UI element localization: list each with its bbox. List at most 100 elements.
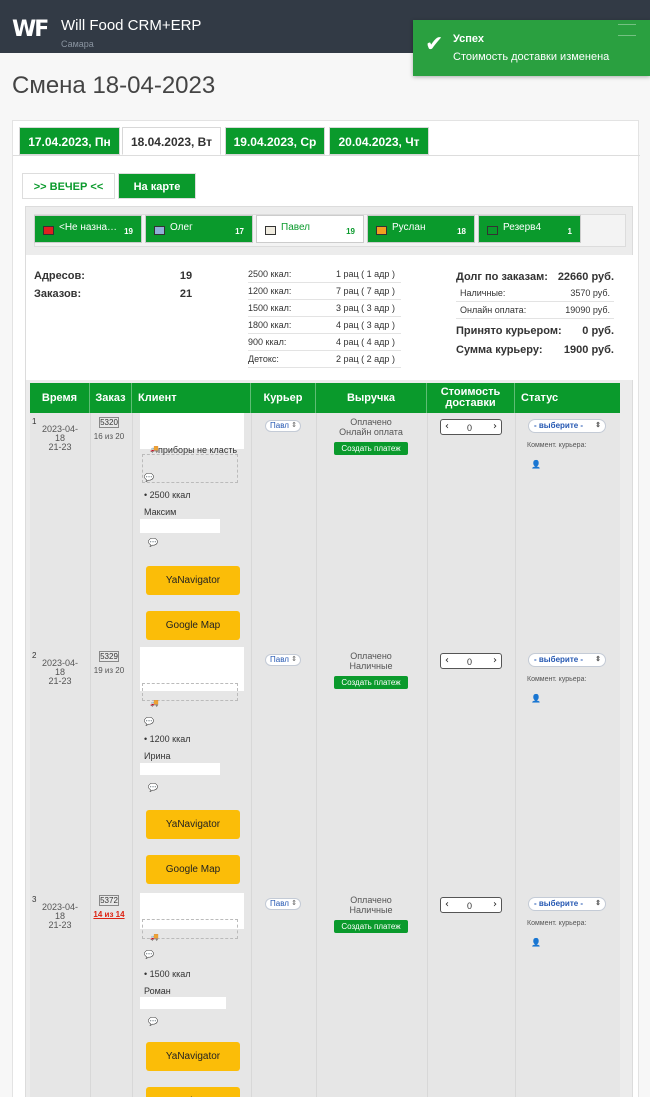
header-revenue[interactable]: Выручка — [316, 383, 427, 413]
column-divider — [515, 891, 516, 1097]
header-time[interactable]: Время — [30, 383, 90, 413]
courier-tab-1[interactable]: Олег 17 — [145, 215, 253, 243]
courier-tab-count: 18 — [457, 227, 466, 236]
column-divider — [132, 413, 133, 647]
client-address-box — [140, 413, 244, 449]
chevron-updown-icon: ⇕ — [595, 656, 601, 663]
status-select[interactable]: - выберите - ⇕ — [528, 897, 606, 911]
order-id-link[interactable]: 5320 — [99, 417, 119, 428]
order-id-link[interactable]: 5372 — [99, 895, 119, 906]
courier-comment-label: Коммент. курьера: — [527, 676, 587, 683]
courier-tab-2[interactable]: Павел 19 — [256, 215, 364, 243]
kcal-row: 2500 ккал: 1 рац ( 1 адр ) — [248, 266, 401, 283]
header-client[interactable]: Клиент — [132, 383, 251, 413]
kcal-label: 1800 ккал: — [248, 320, 292, 330]
chevron-updown-icon: ⇕ — [291, 656, 297, 663]
app-logo[interactable]: WF — [12, 17, 49, 42]
cash-row: Наличные: 3570 руб. — [456, 285, 614, 302]
kcal-value: 2 рац ( 2 адр ) — [336, 354, 395, 364]
delivery-cost-stepper[interactable]: ‹ 0 › — [440, 653, 502, 669]
google-map-button[interactable]: Google Map — [146, 855, 240, 884]
toast-title: Успех — [453, 33, 485, 45]
column-divider — [316, 413, 317, 647]
delivery-cost-stepper[interactable]: ‹ 0 › — [440, 897, 502, 913]
tab-map[interactable]: На карте — [118, 173, 196, 199]
courier-select[interactable]: Павл ⇕ — [265, 420, 301, 432]
tab-date-2[interactable]: 19.04.2023, Ср — [225, 127, 325, 155]
shift-stats: Адресов: 19 Заказов: 21 Долг по заказам:… — [26, 255, 634, 380]
order-id-link[interactable]: 5329 — [99, 651, 119, 662]
header-order[interactable]: Заказ — [90, 383, 132, 413]
payment-status: Оплачено — [350, 417, 392, 427]
column-divider — [251, 891, 252, 1097]
kcal-label: 2500 ккал: — [248, 269, 292, 279]
create-payment-button[interactable]: Создать платеж — [334, 442, 408, 455]
orders-table-header: Время Заказ Клиент Курьер Выручка Стоимо… — [30, 383, 620, 413]
truck-icon: 🚚 — [150, 445, 159, 453]
courier-color-swatch — [376, 226, 387, 235]
table-row: 1 2023-04-18 21-23 5320 16 из 20 приборы не к… — [30, 413, 620, 647]
app-title[interactable]: Will Food CRM+ERP — [61, 17, 201, 34]
status-select[interactable]: - выберите - ⇕ — [528, 419, 606, 433]
order-date-value: 2023-04-18 — [41, 902, 79, 921]
order-date: 2023-04-18 21-23 — [38, 659, 82, 686]
kcal-value: 1 рац ( 1 адр ) — [336, 269, 395, 279]
courier-select[interactable]: Павл ⇕ — [265, 898, 301, 910]
create-payment-button[interactable]: Создать платеж — [334, 920, 408, 933]
tab-date-0[interactable]: 17.04.2023, Пн — [19, 127, 120, 155]
chevron-left-icon[interactable]: ‹ — [445, 899, 449, 910]
yanavigator-button[interactable]: YaNavigator — [146, 1042, 240, 1071]
courier-tab-name: Резерв4 — [503, 222, 542, 233]
chevron-left-icon[interactable]: ‹ — [445, 655, 449, 666]
payment-method: Онлайн оплата — [339, 427, 403, 437]
truck-icon: 🚚 — [150, 699, 159, 707]
delivery-cost-value[interactable]: 0 — [467, 657, 472, 667]
header-delivery-cost[interactable]: Стоимость доставки — [427, 383, 515, 413]
truck-icon: 🚚 — [150, 933, 159, 941]
courier-tab-3[interactable]: Руслан 18 — [367, 215, 475, 243]
chevron-right-icon[interactable]: › — [493, 421, 497, 432]
kcal-row: Детокс: 2 рац ( 2 адр ) — [248, 351, 401, 368]
kcal-label: 1200 ккал: — [248, 286, 292, 296]
delivery-cost-value[interactable]: 0 — [467, 901, 472, 911]
header-status[interactable]: Статус — [515, 383, 620, 413]
delivery-cost-value[interactable]: 0 — [467, 423, 472, 433]
check-icon: ✔ — [425, 32, 444, 57]
courier-select[interactable]: Павл ⇕ — [265, 654, 301, 666]
debt-row: Долг по заказам: 22660 руб. — [456, 271, 614, 283]
create-payment-button[interactable]: Создать платеж — [334, 676, 408, 689]
orders-count: 21 — [179, 288, 193, 300]
courier-tab-4[interactable]: Резерв4 1 — [478, 215, 581, 243]
google-map-button[interactable]: Google Map — [146, 1087, 240, 1097]
chevron-right-icon[interactable]: › — [493, 655, 497, 666]
courier-tab-0[interactable]: <Не назна… 19 — [34, 215, 142, 243]
status-select[interactable]: - выберите - ⇕ — [528, 653, 606, 667]
client-note-box — [142, 454, 238, 483]
payment-method: Наличные — [349, 905, 393, 915]
order-time-slot: 21-23 — [48, 920, 72, 930]
courier-select-value: Павл — [270, 899, 289, 908]
yanavigator-button[interactable]: YaNavigator — [146, 810, 240, 839]
chevron-left-icon[interactable]: ‹ — [445, 421, 449, 432]
chevron-right-icon[interactable]: › — [493, 899, 497, 910]
tab-date-3[interactable]: 20.04.2023, Чт — [329, 127, 429, 155]
row-number: 3 — [32, 895, 37, 904]
success-toast[interactable]: ✔ Успех Стоимость доставки изменена — [413, 20, 650, 76]
kcal-value: 3 рац ( 3 адр ) — [336, 303, 395, 313]
header-courier[interactable]: Курьер — [251, 383, 316, 413]
yanavigator-button[interactable]: YaNavigator — [146, 566, 240, 595]
status-select-value: - выберите - — [534, 899, 584, 908]
courier-color-swatch — [487, 226, 498, 235]
client-kcal: • 2500 ккал — [144, 490, 191, 500]
column-divider — [427, 413, 428, 647]
kcal-value: 7 рац ( 7 адр ) — [336, 286, 395, 296]
google-map-button[interactable]: Google Map — [146, 611, 240, 640]
client-name: Ирина — [144, 751, 171, 761]
tab-evening[interactable]: >> ВЕЧЕР << — [22, 173, 115, 199]
tab-date-1[interactable]: 18.04.2023, Вт — [122, 127, 221, 155]
delivery-cost-stepper[interactable]: ‹ 0 › — [440, 419, 502, 435]
order-days-count: 14 из 14 — [93, 910, 125, 919]
payment-status: Оплачено — [350, 651, 392, 661]
client-name: Максим — [144, 507, 177, 517]
order-time-slot: 21-23 — [48, 442, 72, 452]
